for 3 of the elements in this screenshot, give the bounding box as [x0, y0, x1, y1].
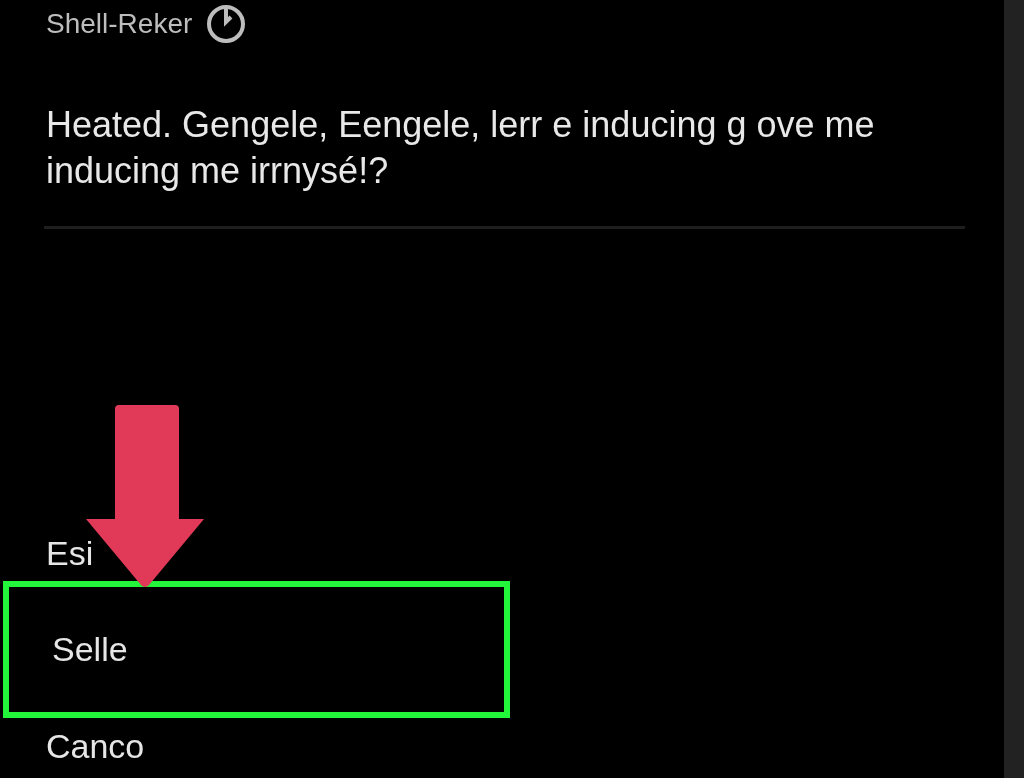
- option-item[interactable]: Selle: [3, 581, 510, 718]
- dialog-question: Heated. Gengele, Eengele, lerr e inducing g ove me inducing me irrnysé!?: [46, 103, 876, 193]
- dialog-title: Shell-Reker: [46, 10, 193, 38]
